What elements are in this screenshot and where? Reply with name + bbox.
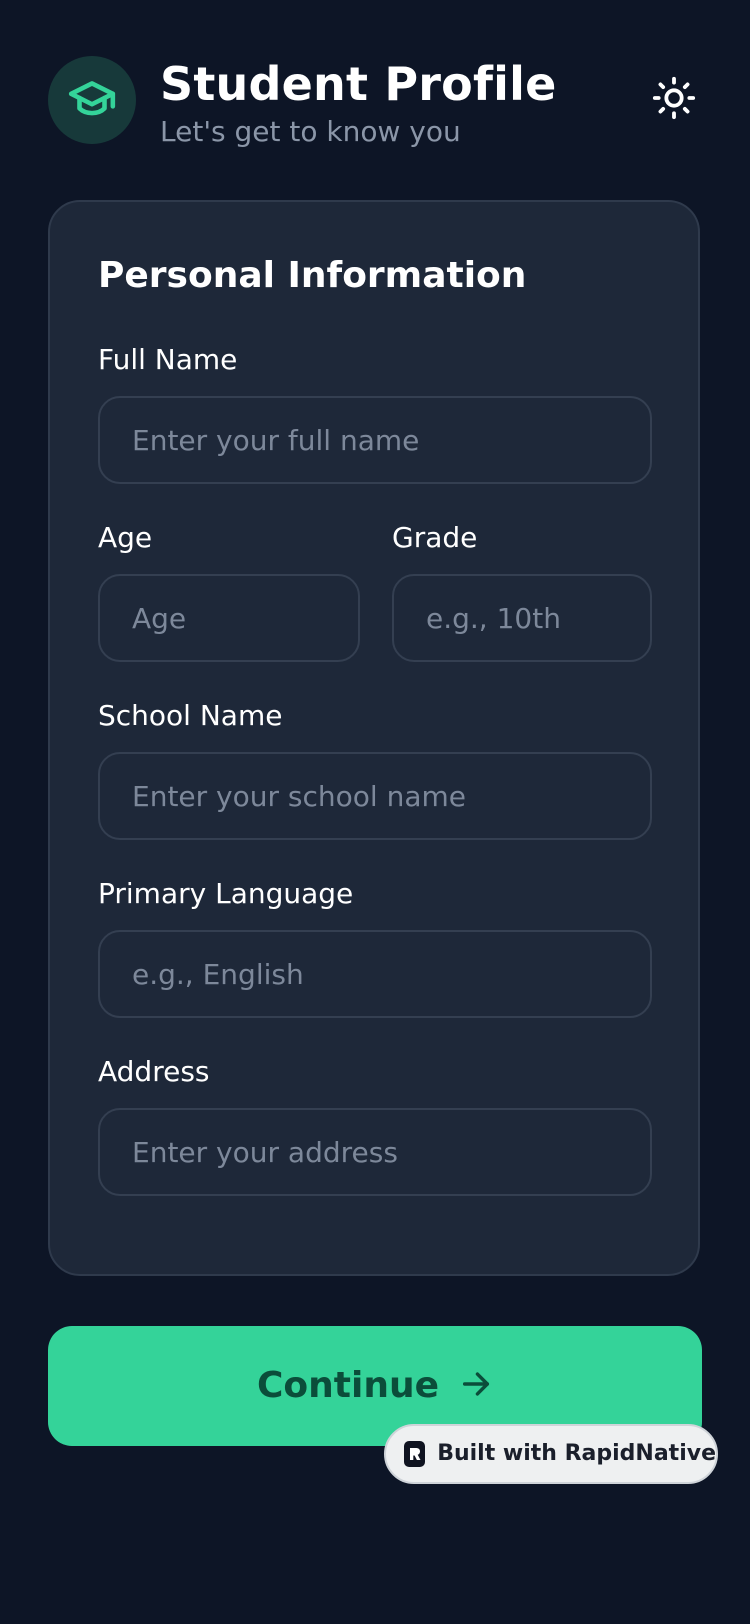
section-title: Personal Information bbox=[98, 255, 527, 296]
continue-label: Continue bbox=[256, 1365, 439, 1406]
personal-info-card: Personal Information Full Name Age Grade… bbox=[48, 200, 700, 1276]
age-input[interactable] bbox=[98, 574, 360, 662]
full-name-input[interactable] bbox=[98, 396, 652, 484]
page-title: Student Profile bbox=[160, 57, 557, 111]
school-name-input[interactable] bbox=[98, 752, 652, 840]
school-name-label: School Name bbox=[98, 699, 283, 732]
arrow-right-icon bbox=[459, 1367, 493, 1405]
primary-language-label: Primary Language bbox=[98, 877, 354, 910]
built-with-badge[interactable]: Built with RapidNative bbox=[384, 1424, 718, 1484]
page-subtitle: Let's get to know you bbox=[160, 115, 461, 148]
graduation-cap-icon bbox=[67, 73, 117, 127]
full-name-label: Full Name bbox=[98, 343, 238, 376]
rapidnative-logo-icon bbox=[404, 1441, 426, 1467]
badge-label: Built with RapidNative bbox=[437, 1441, 716, 1466]
primary-language-input[interactable] bbox=[98, 930, 652, 1018]
sun-icon bbox=[651, 75, 697, 125]
avatar bbox=[48, 56, 136, 144]
grade-label: Grade bbox=[392, 521, 478, 554]
age-label: Age bbox=[98, 521, 153, 554]
grade-input[interactable] bbox=[392, 574, 652, 662]
address-input[interactable] bbox=[98, 1108, 652, 1196]
page-header: Student Profile Let's get to know you bbox=[48, 56, 702, 156]
address-label: Address bbox=[98, 1055, 210, 1088]
theme-toggle-button[interactable] bbox=[646, 72, 702, 128]
